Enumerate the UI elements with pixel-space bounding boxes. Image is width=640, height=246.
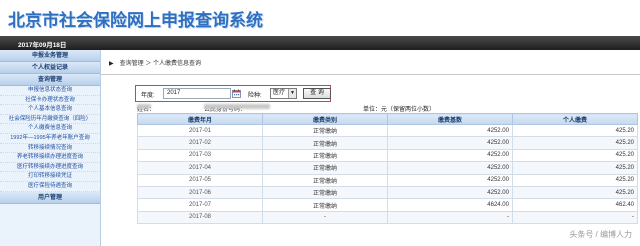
chevron-down-icon: ▼ (288, 89, 296, 98)
breadcrumb-text: 查询管理 ＞ 个人缴费信息查询 (119, 61, 201, 67)
cell-base: 4252.00 (387, 123, 513, 138)
table-row: 2017-02 正常缴纳 4252.00 425.20 (137, 136, 638, 150)
date-bar: 2017年09月18日 (0, 36, 640, 50)
cell-category: 正常缴纳 (262, 123, 388, 138)
breadcrumb: ▶ 查询管理 ＞ 个人缴费信息查询 (109, 58, 201, 67)
insurance-label: 险种: (248, 93, 262, 99)
divider (101, 74, 640, 75)
payment-table: 缴费年月 缴费类别 缴费基数 个人缴费 2017-01 正常缴纳 4252.00… (137, 113, 638, 225)
sidebar-item-medical-benefit[interactable]: 医疗保险待遇查询 (0, 182, 100, 192)
sidebar-section-declaration[interactable]: 申报业务管理 (0, 50, 100, 62)
sidebar-item-declaration-status[interactable]: 申报信息状态查询 (0, 86, 100, 96)
sidebar-item-transfer-status[interactable]: 转移接续情况查询 (0, 144, 100, 154)
insurance-selected-value: 医疗 (273, 90, 286, 96)
year-label: 年度: (141, 93, 155, 99)
person-info-row: 姓名： 公民身份号码： 单位：元（保留两位小数） (137, 104, 637, 113)
sidebar-item-pension-transfer-progress[interactable]: 养老转移接续办理进度查询 (0, 153, 100, 163)
col-header-period: 缴费年月 (137, 113, 263, 125)
sidebar-section-query[interactable]: 查询管理 (0, 74, 100, 86)
cell-category: 正常缴纳 (262, 198, 388, 212)
table-row: 2017-04 正常缴纳 4252.00 425.20 (137, 161, 638, 175)
cell-base: 4252.00 (387, 136, 513, 150)
sidebar-item-1992-1995-account[interactable]: 1992年—1995年养老年账户查询 (0, 134, 100, 144)
cell-personal: 425.20 (512, 148, 638, 163)
cell-period: 2017-02 (137, 136, 263, 150)
cell-base: 4252.00 (387, 148, 513, 163)
cell-category: 正常缴纳 (262, 148, 388, 163)
query-form: 年度: 2017 险种: 医疗 ▼ (135, 85, 331, 102)
cell-base: 4252.00 (387, 185, 513, 200)
cell-personal: 425.20 (512, 161, 638, 175)
sidebar-item-basic-info[interactable]: 个人基本信息查询 (0, 105, 100, 115)
id-redacted (204, 104, 270, 109)
sidebar-section-rights-record[interactable]: 个人权益记录 (0, 62, 100, 74)
insurance-select[interactable]: 医疗 ▼ (270, 88, 297, 99)
cell-category: 正常缴纳 (262, 185, 388, 200)
sidebar-item-medical-transfer-progress[interactable]: 医疗转移接续办理进度查询 (0, 163, 100, 173)
cell-category: 正常缴纳 (262, 173, 388, 187)
play-arrow-icon: ▶ (109, 61, 114, 67)
cell-base: - (387, 210, 513, 225)
cell-category: 正常缴纳 (262, 136, 388, 150)
cell-category: 正常缴纳 (262, 161, 388, 175)
unit-note: 单位：元（保留两位小数） (363, 107, 436, 113)
cell-period: 2017-07 (137, 198, 263, 212)
cell-period: 2017-01 (137, 123, 263, 138)
col-header-base: 缴费基数 (387, 113, 513, 125)
sidebar-item-print-transfer-voucher[interactable]: 打印转移接续凭证 (0, 172, 100, 182)
cell-period: 2017-05 (137, 173, 263, 187)
sidebar-item-personal-payment[interactable]: 个人缴费信息查询 (0, 124, 100, 134)
cell-personal: 425.20 (512, 123, 638, 138)
cell-base: 4624.00 (387, 198, 513, 212)
main-content: ▶ 查询管理 ＞ 个人缴费信息查询 年度: 2017 险种: 医疗 ▼ 查 询 姓… (101, 50, 640, 246)
sidebar-item-card-status[interactable]: 社保卡办理状态查询 (0, 96, 100, 106)
cell-personal: - (512, 210, 638, 225)
cell-category: - (262, 210, 388, 225)
sidebar: 申报业务管理 个人权益记录 查询管理 申报信息状态查询 社保卡办理状态查询 个人… (0, 50, 101, 246)
cell-personal: 462.40 (512, 198, 638, 212)
calendar-icon[interactable] (232, 89, 241, 98)
query-button[interactable]: 查 询 (303, 88, 331, 99)
table-row: 2017-06 正常缴纳 4252.00 425.20 (137, 185, 638, 200)
cell-period: 2017-04 (137, 161, 263, 175)
year-input[interactable]: 2017 (163, 88, 231, 99)
cell-base: 4252.00 (387, 161, 513, 175)
sidebar-item-yearly-payment[interactable]: 社会保险历年月缴费查询（四险） (0, 115, 100, 125)
cell-period: 2017-08 (137, 210, 263, 225)
col-header-category: 缴费类别 (262, 113, 388, 125)
table-row: 2017-03 正常缴纳 4252.00 425.20 (137, 148, 638, 163)
cell-base: 4252.00 (387, 173, 513, 187)
table-header-row: 缴费年月 缴费类别 缴费基数 个人缴费 (137, 113, 638, 125)
app-title: 北京市社会保险网上申报查询系统 (8, 11, 263, 30)
table-row: 2017-08 - - - (137, 210, 638, 225)
col-header-personal: 个人缴费 (512, 113, 638, 125)
sidebar-section-user-management[interactable]: 用户管理 (0, 191, 100, 204)
table-row: 2017-07 正常缴纳 4624.00 462.40 (137, 198, 638, 212)
table-row: 2017-05 正常缴纳 4252.00 425.20 (137, 173, 638, 187)
cell-period: 2017-06 (137, 185, 263, 200)
name-redacted (137, 104, 151, 109)
watermark: 头条号 / 编博人力 (569, 230, 632, 239)
cell-personal: 425.20 (512, 136, 638, 150)
table-row: 2017-01 正常缴纳 4252.00 425.20 (137, 123, 638, 138)
app-header: 北京市社会保险网上申报查询系统 (0, 0, 640, 36)
cell-personal: 425.20 (512, 185, 638, 200)
cell-period: 2017-03 (137, 148, 263, 163)
current-date: 2017年09月18日 (18, 42, 67, 49)
cell-personal: 425.20 (512, 173, 638, 187)
